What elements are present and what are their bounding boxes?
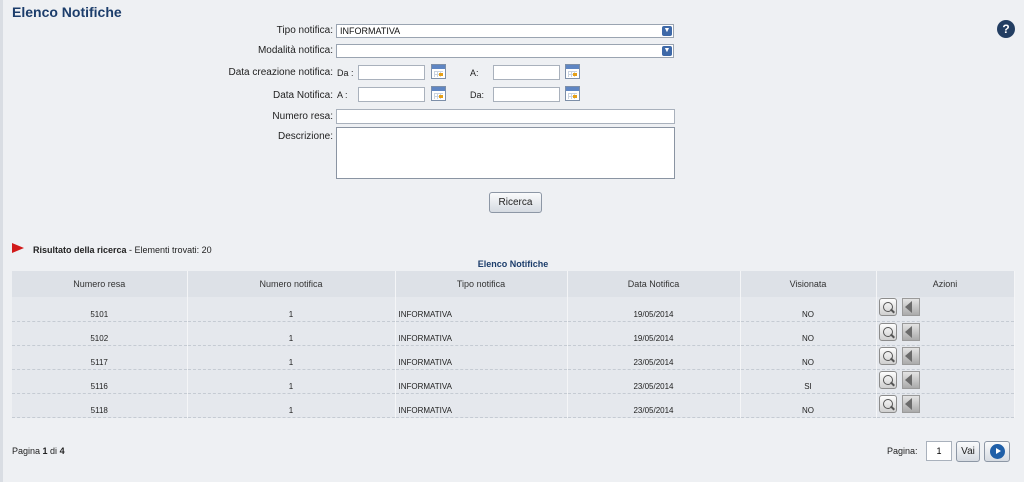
cell-numero-notifica: 1: [187, 369, 396, 394]
calendar-icon[interactable]: [431, 86, 446, 101]
cell-numero-notifica: 1: [187, 321, 396, 346]
column-header[interactable]: Data Notifica: [567, 271, 741, 297]
descrizione-label: Descrizione:: [277, 131, 333, 142]
cell-numero-notifica: 1: [187, 345, 396, 370]
table-row: 5118 1 INFORMATIVA 23/05/2014 NO: [12, 393, 1015, 418]
view-icon[interactable]: [878, 346, 897, 365]
cell-numero-resa: 5116: [12, 369, 188, 394]
numero-resa-input[interactable]: [336, 109, 675, 124]
cell-data-notifica: 19/05/2014: [567, 297, 741, 322]
cell-visionata: SI: [740, 369, 877, 394]
data-notifica-first-label: A :: [337, 90, 348, 100]
result-count: - Elementi trovati: 20: [126, 245, 212, 255]
modalita-notifica-select[interactable]: ▼: [336, 44, 674, 58]
data-creazione-to-label: A:: [470, 68, 479, 78]
cell-azioni: [876, 345, 1015, 370]
pager-middle: di: [47, 446, 60, 456]
cell-tipo-notifica: INFORMATIVA: [395, 321, 568, 346]
data-creazione-from-label: Da :: [337, 68, 354, 78]
back-icon[interactable]: [901, 370, 920, 389]
chevron-down-icon: ▼: [662, 26, 672, 36]
cell-azioni: [876, 321, 1015, 346]
cell-visionata: NO: [740, 297, 877, 322]
table-row: 5116 1 INFORMATIVA 23/05/2014 SI: [12, 369, 1015, 394]
cell-numero-resa: 5117: [12, 345, 188, 370]
view-icon[interactable]: [878, 394, 897, 413]
pager-prefix: Pagina: [12, 446, 43, 456]
data-notifica-first-input[interactable]: [358, 87, 425, 102]
tipo-notifica-value: INFORMATIVA: [340, 26, 401, 36]
modalita-notifica-label: Modalità notifica:: [257, 45, 333, 56]
data-creazione-from-input[interactable]: [358, 65, 425, 80]
calendar-icon[interactable]: [565, 86, 580, 101]
pager-summary: Pagina 1 di 4: [12, 446, 65, 456]
column-header[interactable]: Numero resa: [12, 271, 188, 297]
cell-tipo-notifica: INFORMATIVA: [395, 345, 568, 370]
cell-visionata: NO: [740, 393, 877, 418]
cell-azioni: [876, 297, 1015, 322]
result-summary: Risultato della ricerca - Elementi trova…: [33, 245, 212, 255]
view-icon[interactable]: [878, 298, 897, 316]
cell-data-notifica: 23/05/2014: [567, 393, 741, 418]
tipo-notifica-label: Tipo notifica:: [276, 25, 333, 36]
view-icon[interactable]: [878, 322, 897, 341]
left-edge: [0, 0, 3, 482]
help-icon[interactable]: ?: [997, 20, 1015, 38]
data-creazione-label: Data creazione notifica:: [228, 67, 333, 78]
data-notifica-label: Data Notifica:: [272, 90, 333, 101]
data-notifica-second-label: Da:: [470, 90, 485, 100]
chevron-down-icon: ▼: [662, 46, 672, 56]
column-header[interactable]: Visionata: [740, 271, 877, 297]
table-row: 5117 1 INFORMATIVA 23/05/2014 NO: [12, 345, 1015, 370]
page-title: Elenco Notifiche: [12, 4, 122, 20]
table-row: 5101 1 INFORMATIVA 19/05/2014 NO: [12, 297, 1015, 322]
calendar-icon[interactable]: [431, 64, 446, 79]
data-creazione-to-input[interactable]: [493, 65, 560, 80]
go-button[interactable]: Vai: [956, 441, 980, 462]
view-icon[interactable]: [878, 370, 897, 389]
back-icon[interactable]: [901, 298, 920, 316]
back-icon[interactable]: [901, 394, 920, 413]
result-title: Risultato della ricerca: [33, 245, 127, 255]
page-number-input[interactable]: [926, 441, 952, 461]
results-table: Numero resa Numero notifica Tipo notific…: [12, 271, 1015, 418]
tipo-notifica-select[interactable]: INFORMATIVA ▼: [336, 24, 674, 38]
cell-data-notifica: 19/05/2014: [567, 321, 741, 346]
cell-numero-resa: 5102: [12, 321, 188, 346]
table-header-row: Numero resa Numero notifica Tipo notific…: [12, 271, 1015, 297]
column-header[interactable]: Tipo notifica: [395, 271, 568, 297]
numero-resa-label: Numero resa:: [272, 111, 333, 122]
calendar-icon[interactable]: [565, 64, 580, 79]
pager-label: Pagina:: [887, 446, 918, 456]
table-caption: Elenco Notifiche: [477, 259, 549, 269]
cell-data-notifica: 23/05/2014: [567, 369, 741, 394]
cell-tipo-notifica: INFORMATIVA: [395, 393, 568, 418]
back-icon[interactable]: [901, 346, 920, 365]
table-row: 5102 1 INFORMATIVA 19/05/2014 NO: [12, 321, 1015, 346]
cell-tipo-notifica: INFORMATIVA: [395, 369, 568, 394]
pager-total: 4: [59, 446, 65, 456]
back-icon[interactable]: [901, 322, 920, 341]
data-notifica-second-input[interactable]: [493, 87, 560, 102]
next-page-icon[interactable]: [984, 441, 1010, 462]
cell-numero-resa: 5101: [12, 297, 188, 322]
cell-visionata: NO: [740, 345, 877, 370]
descrizione-textarea[interactable]: [336, 127, 675, 179]
cell-data-notifica: 23/05/2014: [567, 345, 741, 370]
search-button[interactable]: Ricerca: [489, 192, 542, 213]
cell-visionata: NO: [740, 321, 877, 346]
cell-numero-notifica: 1: [187, 297, 396, 322]
cell-azioni: [876, 369, 1015, 394]
cell-numero-resa: 5118: [12, 393, 188, 418]
cell-tipo-notifica: INFORMATIVA: [395, 297, 568, 322]
cell-numero-notifica: 1: [187, 393, 396, 418]
column-header: Azioni: [876, 271, 1015, 297]
cell-azioni: [876, 393, 1015, 418]
red-arrow-icon: [12, 243, 24, 253]
column-header[interactable]: Numero notifica: [187, 271, 396, 297]
